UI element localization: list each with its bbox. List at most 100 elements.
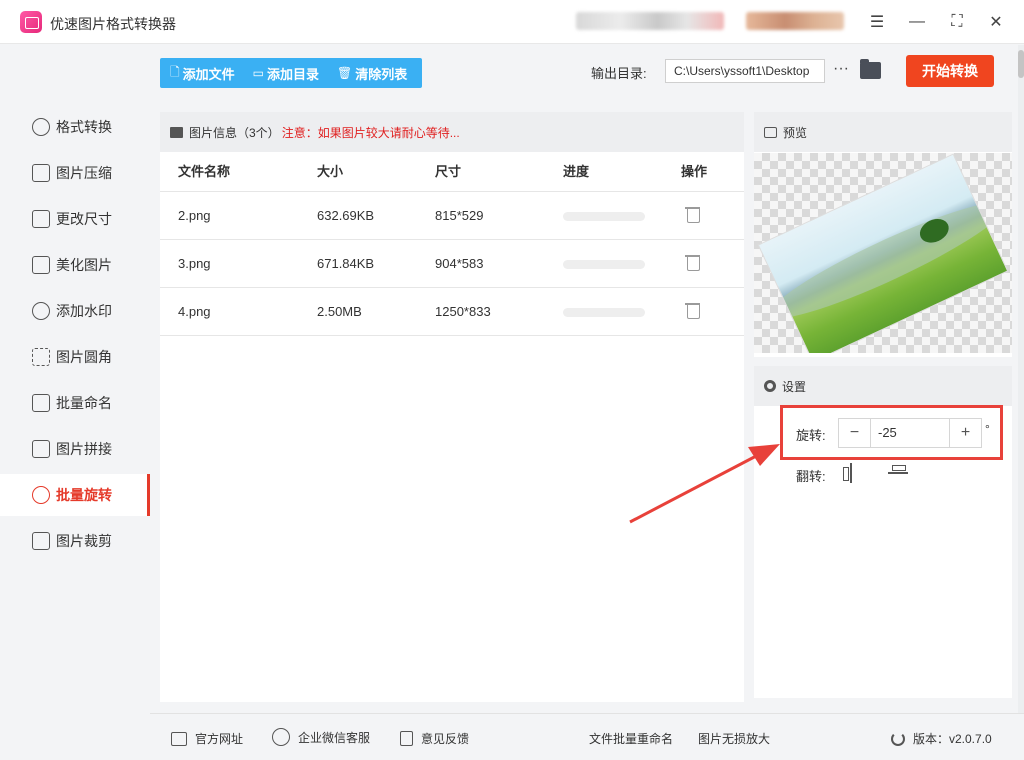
sidebar-item-compress[interactable]: 图片压缩 — [0, 152, 150, 194]
sidebar-item-label: 批量命名 — [56, 395, 112, 411]
progress-bar — [563, 212, 645, 221]
file-icon: 🗋 — [170, 64, 180, 79]
file-toolbar: 🗋 添加文件 ▭ 添加目录 🗑 清除列表 — [160, 58, 422, 88]
flip-horizontal-icon[interactable] — [843, 463, 859, 483]
wechat-support-link[interactable]: 企业微信客服 — [272, 728, 370, 746]
resize-icon — [32, 210, 50, 228]
sidebar-item-stitch[interactable]: 图片拼接 — [0, 428, 150, 470]
flip-vertical-icon[interactable] — [888, 465, 908, 481]
rotate-label: 旋转: — [796, 428, 826, 443]
delete-icon[interactable] — [685, 254, 700, 271]
chat-icon — [272, 728, 290, 746]
preview-title: 预览 — [783, 125, 808, 140]
file-size: 632.69KB — [317, 208, 375, 223]
arrow-shaft — [629, 452, 761, 524]
fullscreen-icon[interactable]: ⛶ — [944, 10, 970, 34]
rotation-stepper: − -25 + — [838, 418, 982, 448]
sidebar-item-rounded-corners[interactable]: 图片圆角 — [0, 336, 150, 378]
preview-canvas — [754, 153, 1012, 353]
decrement-button[interactable]: − — [839, 419, 871, 447]
increment-button[interactable]: + — [949, 419, 981, 447]
file-dims: 904*583 — [435, 256, 484, 271]
sidebar-item-resize[interactable]: 更改尺寸 — [0, 198, 150, 240]
row-divider — [160, 239, 744, 240]
close-icon[interactable]: ✕ — [983, 10, 1009, 34]
sidebar-item-label: 美化图片 — [56, 257, 112, 273]
minimize-icon[interactable]: — — [904, 10, 930, 34]
sidebar-item-label: 批量旋转 — [56, 487, 112, 503]
open-folder-icon[interactable] — [860, 59, 881, 79]
delete-icon[interactable] — [685, 302, 700, 319]
file-list-panel: 图片信息（3个） 注意：如果图片较大请耐心等待... 文件名称 大小 尺寸 进度… — [160, 112, 744, 702]
sidebar-item-batch-rename[interactable]: 批量命名 — [0, 382, 150, 424]
compress-icon — [32, 164, 50, 182]
sidebar-item-label: 格式转换 — [56, 119, 112, 135]
sidebar-item-watermark[interactable]: 添加水印 — [0, 290, 150, 332]
sidebar-item-batch-rotate[interactable]: 批量旋转 — [0, 474, 150, 516]
delete-icon[interactable] — [685, 206, 700, 223]
sidebar-item-label: 更改尺寸 — [56, 211, 112, 227]
gear-icon — [764, 380, 776, 392]
website-icon — [171, 731, 187, 746]
output-dir-field[interactable]: C:\Users\yssoft1\Desktop — [665, 59, 825, 83]
add-file-label: 添加文件 — [182, 66, 235, 82]
rotate-icon — [32, 486, 50, 504]
add-file-button[interactable]: 🗋 添加文件 — [160, 58, 243, 88]
progress-bar — [563, 308, 645, 317]
degree-unit: ° — [985, 422, 990, 436]
sidebar-item-label: 图片圆角 — [56, 349, 112, 365]
large-file-warning: 注意：如果图片较大请耐心等待... — [281, 125, 460, 140]
file-name: 2.png — [178, 208, 211, 223]
file-dims: 1250*833 — [435, 304, 491, 319]
settings-title: 设置 — [782, 379, 807, 394]
column-header-name: 文件名称 — [178, 164, 231, 179]
trash-icon: 🗑 — [337, 66, 353, 80]
app-title: 优速图片格式转换器 — [50, 16, 176, 32]
feedback-icon — [400, 731, 413, 746]
file-size: 2.50MB — [317, 304, 362, 319]
menu-icon[interactable]: ☰ — [864, 10, 890, 34]
window-scrollbar-track — [1018, 45, 1024, 713]
clear-list-button[interactable]: 🗑 清除列表 — [327, 58, 415, 88]
progress-bar — [563, 260, 645, 269]
version-info[interactable]: 版本：v2.0.7.0 — [891, 730, 992, 747]
column-header-dims: 尺寸 — [435, 164, 462, 179]
flip-label: 翻转: — [796, 469, 826, 484]
column-header-size: 大小 — [317, 164, 344, 179]
lossless-upscale-link[interactable]: 图片无损放大 — [698, 730, 770, 747]
mountain-shape — [761, 187, 1009, 334]
preview-panel: 预览 — [754, 112, 1012, 357]
preview-icon — [764, 126, 777, 138]
rotation-input[interactable]: -25 — [872, 419, 949, 447]
rounded-corner-icon — [32, 348, 50, 366]
stitch-icon — [32, 440, 50, 458]
browse-more-button[interactable]: ··· — [832, 60, 850, 82]
official-website-link[interactable]: 官方网址 — [171, 730, 243, 747]
batch-rename-link[interactable]: 文件批量重命名 — [589, 730, 673, 747]
image-icon — [170, 126, 183, 138]
sidebar-item-beautify[interactable]: 美化图片 — [0, 244, 150, 286]
convert-icon — [32, 118, 50, 136]
version-label: 版本：v2.0.7.0 — [913, 732, 992, 746]
official-website-label: 官方网址 — [195, 732, 244, 746]
preview-header: 预览 — [754, 112, 1012, 152]
annotation-arrow — [629, 444, 780, 524]
file-name: 4.png — [178, 304, 211, 319]
add-folder-button[interactable]: ▭ 添加目录 — [243, 58, 327, 88]
blurred-user-info — [576, 12, 724, 30]
title-bar: 优速图片格式转换器 ☰ — ⛶ ✕ — [0, 0, 1024, 44]
window-scrollbar-thumb[interactable] — [1018, 50, 1024, 78]
footer-bar: 官方网址 企业微信客服 意见反馈 文件批量重命名 图片无损放大 版本：v2.0.… — [150, 713, 1024, 760]
sidebar-item-format-convert[interactable]: 格式转换 — [0, 106, 150, 148]
beautify-icon — [32, 256, 50, 274]
feedback-link[interactable]: 意见反馈 — [400, 730, 469, 747]
sidebar-item-label: 图片拼接 — [56, 441, 112, 457]
sidebar-item-crop[interactable]: 图片裁剪 — [0, 520, 150, 562]
start-convert-button[interactable]: 开始转换 — [906, 55, 994, 87]
sidebar-item-label: 图片裁剪 — [56, 533, 112, 549]
settings-header: 设置 — [754, 366, 1012, 406]
sidebar: 格式转换 图片压缩 更改尺寸 美化图片 添加水印 图片圆角 批量命名 图片拼接 … — [0, 45, 150, 713]
folder-outline-icon: ▭ — [252, 66, 265, 80]
file-panel-header: 图片信息（3个） 注意：如果图片较大请耐心等待... — [160, 112, 744, 152]
sidebar-item-label: 图片压缩 — [56, 165, 112, 181]
